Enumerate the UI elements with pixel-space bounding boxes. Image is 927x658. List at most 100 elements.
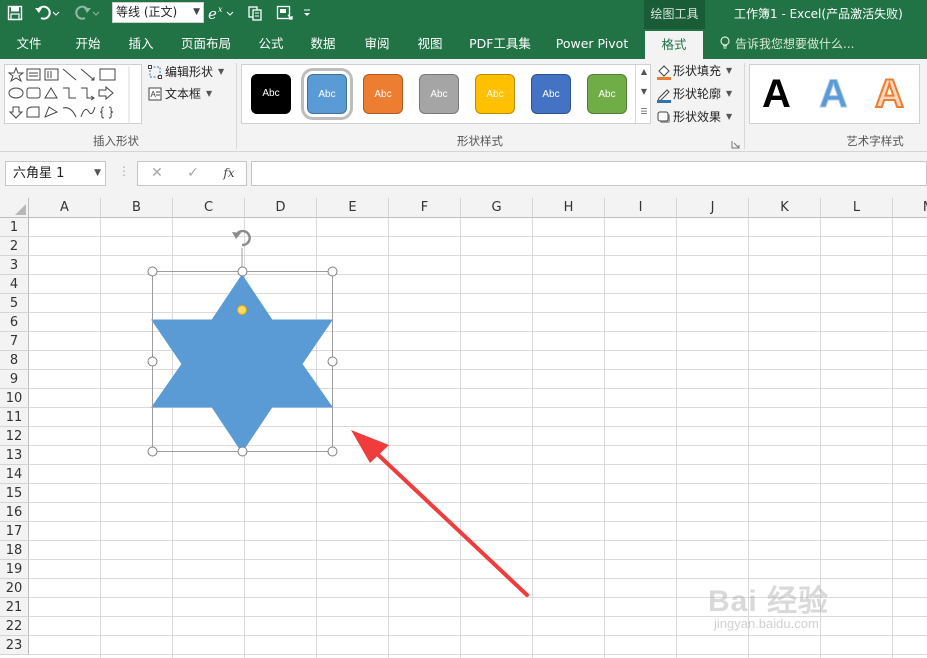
paint-bucket-icon [656,64,671,80]
shape-styles-group-label: 形状样式 [457,134,503,148]
gallery-more-icon[interactable]: ☰ [637,107,651,116]
font-name-dropdown[interactable]: 等线 (正文) ▼ [112,2,204,23]
resize-handle-ne[interactable] [327,266,338,277]
shape-style-tile[interactable]: Abc [251,74,291,114]
wordart-group-label: 艺术字样式 [846,134,904,148]
formula-buttons: ✕ ✓ fx [137,161,247,186]
formula-bar-grip-icon[interactable]: ⋮ [118,164,130,178]
shape-effects-icon [656,110,670,124]
tab-insert[interactable]: 插入 [119,29,163,59]
tab-page-layout[interactable]: 页面布局 [175,29,237,59]
chevron-down-icon: ▼ [193,7,200,17]
resize-handle-sw[interactable] [147,446,158,457]
checkmark-icon[interactable]: ✓ [182,162,204,185]
dialog-launcher-icon[interactable] [731,138,740,149]
shape-fill-button[interactable]: 形状填充 ▼ [656,62,732,80]
shape-effects-label: 形状效果 [673,110,722,124]
text-box-button[interactable]: A 文本框 ▼ [148,85,212,103]
shapes-gallery-icons [7,66,130,124]
gallery-scroll-up-icon[interactable]: ▲ [637,67,651,76]
window-title: 工作簿1 - Excel(产品激活失败) [734,7,903,21]
tab-home[interactable]: 开始 [66,29,110,59]
resize-handle-n[interactable] [237,266,248,277]
shape-fill-label: 形状填充 [673,64,722,78]
shape-styles-gallery[interactable]: Abc Abc Abc Abc Abc Abc Abc ▲ ▼ ☰ [241,64,651,124]
gallery-scroll-down-icon[interactable]: ▼ [637,87,651,96]
text-box-label: 文本框 [165,87,202,101]
shape-style-tile[interactable]: Abc [587,74,627,114]
adjust-handle[interactable] [237,305,247,315]
print-preview-icon[interactable] [274,0,296,26]
shape-style-tile[interactable]: Abc [531,74,571,114]
save-icon[interactable] [4,0,26,26]
tab-review[interactable]: 审阅 [355,29,399,59]
chevron-down-icon: ▼ [726,66,733,75]
name-box[interactable]: 六角星 1 ▼ [5,161,106,186]
watermark-logo: Bai 经验 [708,585,830,618]
shape-style-tile[interactable]: Abc [363,74,403,114]
baidu-watermark: Bai 经验 jingyan.baidu.com [708,576,888,636]
svg-text:A: A [151,90,157,99]
gallery-scroll-divider [635,65,636,123]
insert-function-button[interactable]: fx [218,162,240,185]
customize-quick-access-icon[interactable] [300,0,314,26]
redo-icon[interactable] [72,0,102,26]
watermark-url: jingyan.baidu.com [714,616,819,631]
group-divider [744,63,745,149]
name-box-value: 六角星 1 [13,166,65,181]
wordart-style-black[interactable]: A [762,71,791,117]
resize-handle-se[interactable] [327,446,338,457]
wordart-style-orange-outline[interactable]: A [874,71,905,117]
formula-bar-area: 六角星 1 ▼ ⋮ ✕ ✓ fx [0,152,927,198]
svg-text:x: x [218,5,223,14]
tell-me-text: 告诉我您想要做什么... [735,37,855,51]
shape-effects-button[interactable]: 形状效果 ▼ [656,108,732,126]
ribbon-format: 编辑形状 ▼ A 文本框 ▼ 插入形状 Abc Abc Abc Abc Abc Ab… [0,59,927,152]
chevron-down-icon: ▼ [726,112,733,121]
chevron-down-icon: ▼ [94,168,101,178]
wordart-styles-gallery[interactable]: A A A [749,64,920,124]
shape-style-tile-selected[interactable]: Abc [307,74,347,114]
shape-outline-button[interactable]: 形状轮廓 ▼ [656,85,732,103]
text-box-icon: A [148,87,162,101]
hexagram-star[interactable] [151,274,333,453]
tab-pdf-tools[interactable]: PDF工具集 [463,29,537,59]
pencil-outline-icon [656,87,671,103]
hexagram-shape[interactable] [151,274,333,453]
edit-shape-button[interactable]: 编辑形状 ▼ [148,63,224,81]
undo-icon[interactable] [32,0,62,26]
drawing-tools-context-label: 绘图工具 [644,0,705,29]
wordart-style-blue[interactable]: A [819,71,849,117]
resize-handle-e[interactable] [327,356,338,367]
chevron-down-icon: ▼ [726,89,733,98]
chevron-down-icon: ▼ [206,89,213,98]
group-divider [236,63,237,149]
chevron-down-icon: ▼ [218,67,225,76]
svg-text:e: e [208,5,217,22]
red-arrow-annotation [351,430,529,597]
tab-power-pivot[interactable]: Power Pivot [550,29,634,59]
tab-formulas[interactable]: 公式 [249,29,293,59]
e-superscript-x-icon[interactable]: ex [207,0,235,26]
shape-style-tile[interactable]: Abc [419,74,459,114]
edit-shape-icon [148,65,162,79]
insert-shapes-group-label: 插入形状 [93,134,139,148]
shape-style-tile[interactable]: Abc [475,74,515,114]
font-name-value: 等线 (正文) [116,5,178,19]
insert-shapes-gallery[interactable] [4,64,142,124]
tab-format[interactable]: 格式 [645,31,703,59]
cancel-x-icon[interactable]: ✕ [146,162,168,185]
copy-format-icon[interactable] [244,0,266,26]
tab-data[interactable]: 数据 [301,29,345,59]
rotation-handle-icon[interactable] [232,229,251,247]
resize-handle-s[interactable] [237,446,248,457]
resize-handle-nw[interactable] [147,266,158,277]
title-bar: 等线 (正文) ▼ ex 绘图工具 工作簿1 - Excel(产品激活失败) [0,0,927,29]
resize-handle-w[interactable] [147,356,158,367]
tell-me-search[interactable]: 告诉我您想要做什么... [719,29,854,59]
shape-outline-label: 形状轮廓 [673,87,722,101]
lightbulb-icon [720,36,730,49]
tab-view[interactable]: 视图 [408,29,452,59]
formula-input[interactable] [251,161,927,186]
tab-file[interactable]: 文件 [8,29,50,59]
